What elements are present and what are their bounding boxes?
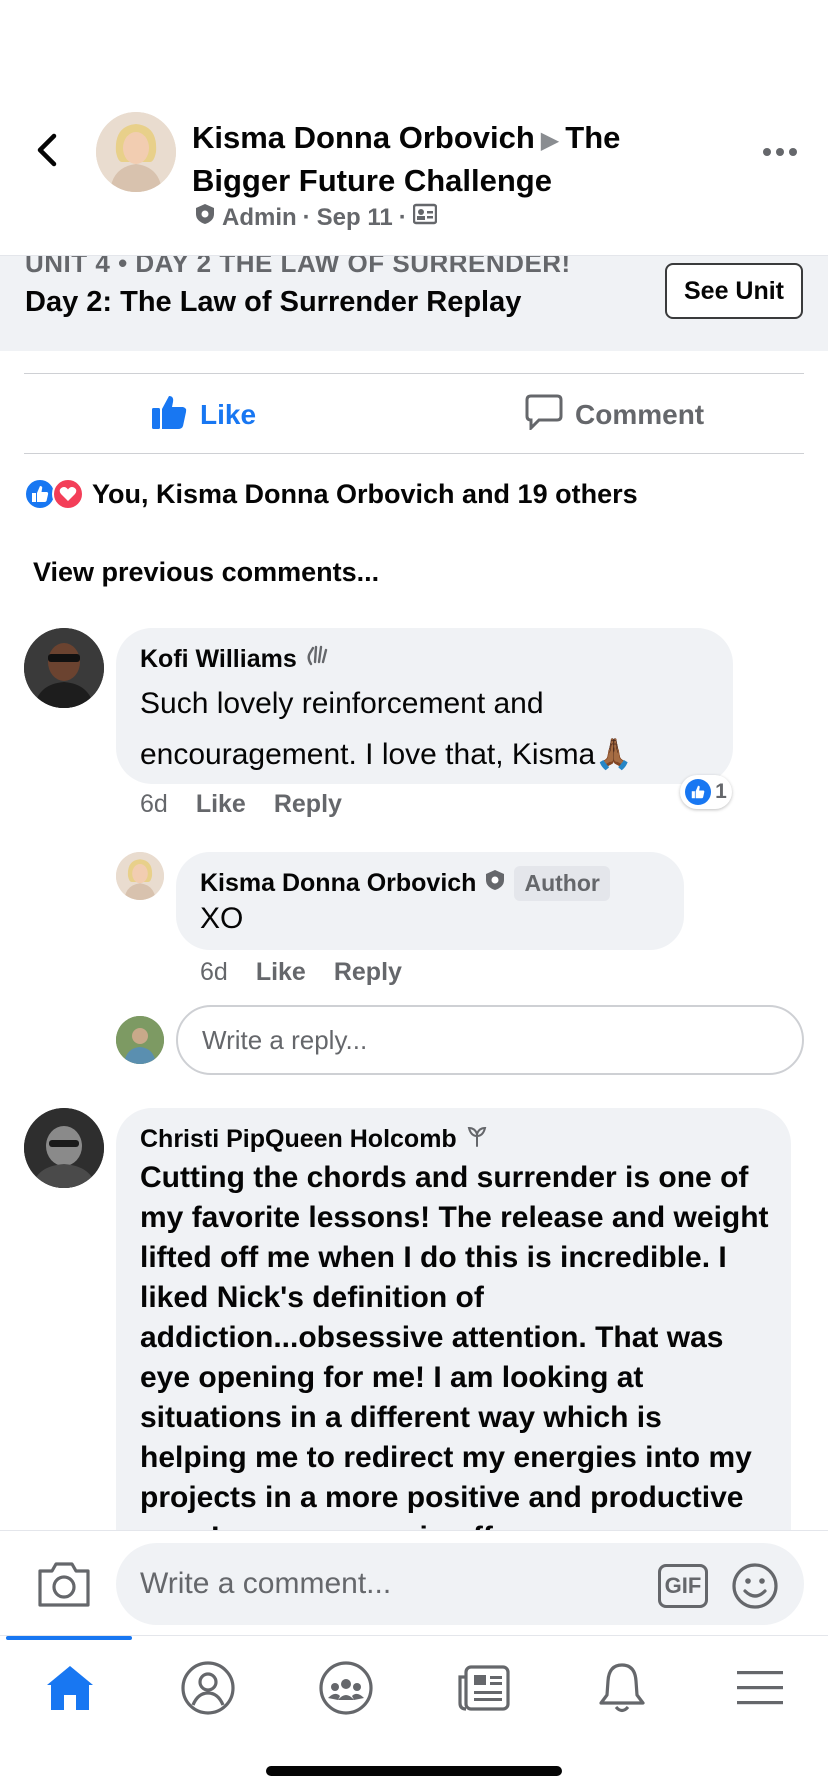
reaction-icons xyxy=(24,478,84,510)
reply-actions: 6d Like Reply xyxy=(200,958,402,987)
post-meta: Admin · Sep 11 · xyxy=(194,203,437,232)
comment-author[interactable]: Kofi Williams xyxy=(140,644,331,675)
camera-icon[interactable] xyxy=(36,1559,92,1609)
author-avatar[interactable] xyxy=(96,112,176,192)
comment-bubble[interactable]: Kofi Williams Such lovely reinforcement … xyxy=(116,628,733,784)
divider xyxy=(24,453,804,454)
wave-badge-icon xyxy=(305,644,331,675)
commenter-avatar[interactable] xyxy=(24,1108,104,1188)
active-tab-indicator xyxy=(6,1636,132,1640)
reply-author-avatar[interactable] xyxy=(116,852,164,900)
meta-separator: · xyxy=(302,203,311,231)
gif-button[interactable]: GIF xyxy=(658,1564,708,1608)
comment-bubble-icon xyxy=(525,394,563,437)
comment-text: Cutting the chords and surrender is one … xyxy=(140,1161,769,1554)
bottom-tab-bar xyxy=(0,1635,828,1792)
comment-composer: Write a comment... GIF xyxy=(0,1530,828,1635)
unit-banner: UNIT 4 • DAY 2 THE LAW OF SURRENDER! Day… xyxy=(0,255,828,351)
commenter-name[interactable]: Christi PipQueen Holcomb xyxy=(140,1125,457,1154)
admin-shield-icon xyxy=(194,203,216,232)
reactions-summary[interactable]: You, Kisma Donna Orbovich and 19 others xyxy=(24,478,638,510)
comment-input-placeholder: Write a comment... xyxy=(140,1567,392,1600)
reply-input[interactable]: Write a reply... xyxy=(176,1005,804,1075)
reply-time[interactable]: 6d xyxy=(200,958,228,987)
comment-time[interactable]: 6d xyxy=(140,790,168,819)
reply-reply-button[interactable]: Reply xyxy=(334,958,402,987)
like-button[interactable]: Like xyxy=(150,390,256,440)
unit-kicker: UNIT 4 • DAY 2 THE LAW OF SURRENDER! xyxy=(25,255,571,278)
profile-tab-icon[interactable] xyxy=(178,1658,238,1718)
home-tab-icon[interactable] xyxy=(40,1658,100,1718)
admin-shield-icon xyxy=(484,869,506,898)
meta-separator: · xyxy=(398,203,407,231)
see-unit-button[interactable]: See Unit xyxy=(665,263,803,319)
emoji-icon[interactable] xyxy=(730,1561,780,1611)
comment-author[interactable]: Christi PipQueen Holcomb xyxy=(140,1124,489,1155)
group-privacy-icon xyxy=(412,203,437,232)
comment-button[interactable]: Comment xyxy=(525,390,704,440)
groups-tab-icon[interactable] xyxy=(316,1658,376,1718)
menu-hamburger-icon[interactable] xyxy=(730,1658,790,1718)
admin-label: Admin xyxy=(222,203,297,231)
back-chevron-icon[interactable] xyxy=(30,130,66,170)
thumbs-up-icon xyxy=(150,393,188,438)
divider xyxy=(24,373,804,374)
comment-label: Comment xyxy=(575,399,705,430)
commenter-avatar[interactable] xyxy=(24,628,104,708)
notifications-bell-icon[interactable] xyxy=(592,1658,652,1718)
reply-author[interactable]: Kisma Donna Orbovich Author xyxy=(200,866,610,901)
reply-author-name[interactable]: Kisma Donna Orbovich xyxy=(200,869,476,898)
reply-text: XO xyxy=(200,902,244,935)
author-badge: Author xyxy=(514,866,610,901)
love-reaction-icon xyxy=(52,478,84,510)
triangle-right-icon: ▶ xyxy=(540,127,560,154)
like-label: Like xyxy=(200,399,257,430)
comment-like-button[interactable]: Like xyxy=(196,790,246,819)
post-header: Kisma Donna Orbovich ▶ The Bigger Future C… xyxy=(0,0,828,255)
more-options-icon[interactable] xyxy=(760,140,800,164)
home-indicator xyxy=(266,1766,562,1776)
comment-actions: 6d Like Reply xyxy=(140,790,342,819)
author-name[interactable]: Kisma Donna Orbovich xyxy=(192,120,535,155)
like-reaction-icon xyxy=(685,779,712,805)
commenter-name[interactable]: Kofi Williams xyxy=(140,645,297,674)
news-tab-icon[interactable] xyxy=(454,1658,514,1718)
current-user-avatar xyxy=(116,1016,164,1064)
reply-bubble[interactable]: Kisma Donna Orbovich Author XO xyxy=(176,852,684,950)
view-previous-comments[interactable]: View previous comments... xyxy=(33,557,379,588)
unit-title: Day 2: The Law of Surrender Replay xyxy=(25,286,522,318)
reaction-count: 1 xyxy=(715,780,727,803)
comment-bubble[interactable]: Christi PipQueen Holcomb Cutting the cho… xyxy=(116,1108,791,1568)
post-title[interactable]: Kisma Donna Orbovich ▶ The Bigger Future C… xyxy=(192,118,692,201)
comment-text: Such lovely reinforcement and encouragem… xyxy=(140,687,633,771)
reactions-text: You, Kisma Donna Orbovich and 19 others xyxy=(92,478,638,509)
sprout-badge-icon xyxy=(465,1124,489,1155)
comment-reaction-count[interactable]: 1 xyxy=(680,775,732,809)
comment-reply-button[interactable]: Reply xyxy=(274,790,342,819)
post-date[interactable]: Sep 11 xyxy=(317,204,393,232)
reply-like-button[interactable]: Like xyxy=(256,958,306,987)
